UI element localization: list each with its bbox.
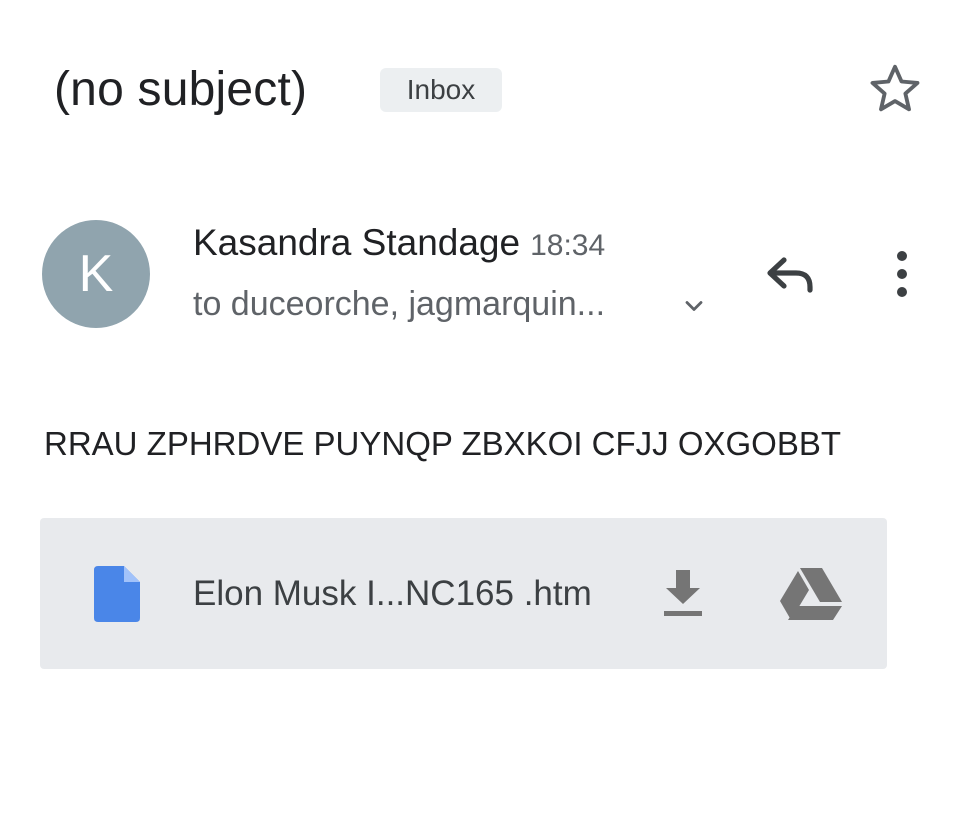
- sender-name[interactable]: Kasandra Standage: [193, 222, 520, 263]
- download-icon[interactable]: [660, 568, 706, 618]
- message-time: 18:34: [530, 229, 606, 262]
- star-icon[interactable]: [866, 60, 924, 118]
- email-subject: (no subject): [54, 63, 308, 116]
- sender-avatar[interactable]: K: [42, 220, 150, 328]
- sender-line: Kasandra Standage 18:34: [193, 219, 605, 270]
- recipients-summary[interactable]: to duceorche, jagmarquin...: [193, 280, 605, 328]
- message-body: RRAU ZPHRDVE PUYNQP ZBXKOI CFJJ OXGOBBT: [44, 425, 842, 462]
- attachment-file-name[interactable]: Elon Musk I...NC165 .htm: [193, 570, 592, 618]
- more-vert-icon[interactable]: [884, 248, 920, 300]
- reply-icon[interactable]: [762, 250, 818, 298]
- google-drive-icon[interactable]: [780, 568, 842, 620]
- chevron-down-icon[interactable]: [680, 292, 708, 320]
- document-icon: [94, 566, 140, 622]
- inbox-label-chip[interactable]: Inbox: [380, 68, 502, 112]
